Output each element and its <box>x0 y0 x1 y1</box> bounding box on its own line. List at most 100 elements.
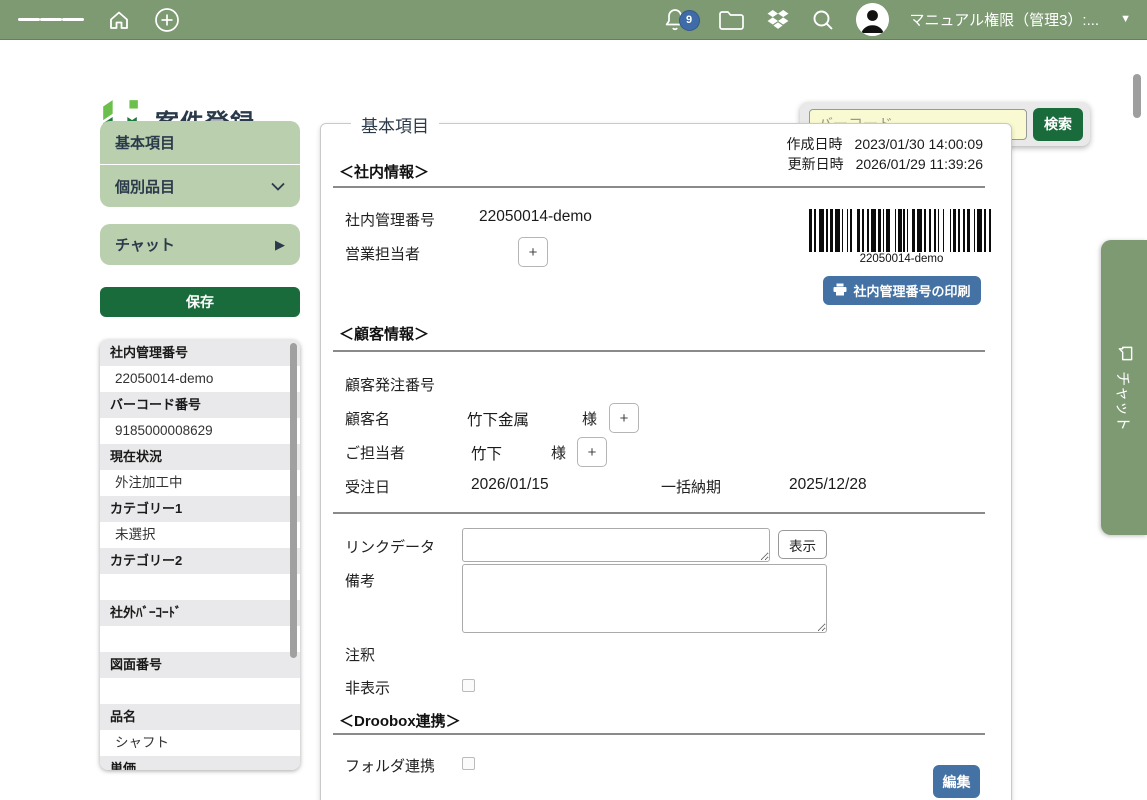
summary-row-label: 図面番号 <box>100 652 300 678</box>
basic-items-fieldset: 基本項目 作成日時 2023/01/30 14:00:09 更新日時 2026/… <box>320 123 1012 800</box>
chat-bubble-icon <box>1114 345 1135 362</box>
notification-count-badge: 9 <box>679 10 700 31</box>
avatar[interactable] <box>856 3 889 36</box>
summary-scrollbar[interactable] <box>290 343 297 658</box>
folder-link-checkbox[interactable] <box>462 757 475 770</box>
barcode-search-button[interactable]: 検索 <box>1033 108 1083 141</box>
annotation-label: 注釈 <box>345 644 375 665</box>
add-customer-button[interactable]: + <box>609 403 639 433</box>
divider <box>333 350 985 352</box>
customer-name-label: 顧客名 <box>345 408 390 429</box>
barcode-block: 22050014-demo <box>809 209 994 265</box>
topbar-right-group: 9 マニュアル権限（管理3）:... ▼ <box>663 3 1147 36</box>
topbar-left-group <box>0 7 180 33</box>
barcode-caption: 22050014-demo <box>809 253 994 265</box>
save-button[interactable]: 保存 <box>100 287 300 317</box>
summary-row-label: カテゴリー1 <box>100 496 300 522</box>
dropbox-icon[interactable] <box>766 9 790 31</box>
print-control-number-button[interactable]: 社内管理番号の印刷 <box>823 276 981 305</box>
edit-button[interactable]: 編集 <box>933 765 980 798</box>
add-new-icon[interactable] <box>154 7 180 33</box>
summary-row-value: 外注加工中 <box>100 470 300 496</box>
chat-side-tab-label: チャット <box>1114 371 1135 431</box>
summary-row-label: 社外ﾊﾞｰｺｰﾄﾞ <box>100 600 300 626</box>
show-button[interactable]: 表示 <box>778 530 827 559</box>
order-date-label: 受注日 <box>345 476 390 497</box>
topbar: 9 マニュアル権限（管理3）:... ▼ <box>0 0 1147 40</box>
created-at-value: 2023/01/30 14:00:09 <box>855 134 983 154</box>
internal-info-heading: ＜社内情報＞ <box>339 161 429 182</box>
fieldset-legend: 基本項目 <box>351 112 439 137</box>
app-root: 9 マニュアル権限（管理3）:... ▼ <box>0 0 1147 800</box>
memo-label: 備考 <box>345 570 375 591</box>
notifications-bell-icon[interactable]: 9 <box>663 7 687 33</box>
chat-side-tab[interactable]: チャット <box>1101 240 1147 535</box>
order-date-value: 2026/01/15 <box>471 476 549 494</box>
summary-row: 単価 <box>100 756 300 770</box>
sidebar-chat-toggle[interactable]: チャット ▶ <box>100 224 300 265</box>
updated-at-label: 更新日時 <box>788 154 844 174</box>
link-data-input[interactable] <box>462 528 770 562</box>
summary-list: 社内管理番号 22050014-demo バーコード番号 91850000086… <box>100 340 300 770</box>
search-icon[interactable] <box>811 8 835 32</box>
contact-person-value: 竹下 <box>471 442 502 464</box>
hidden-checkbox[interactable] <box>462 679 475 692</box>
batch-due-value: 2025/12/28 <box>789 476 867 494</box>
folder-icon[interactable] <box>718 9 745 31</box>
summary-row: カテゴリー1 未選択 <box>100 496 300 548</box>
summary-row-value <box>100 626 300 652</box>
summary-row: 社外ﾊﾞｰｺｰﾄﾞ <box>100 600 300 652</box>
created-at-label: 作成日時 <box>787 134 843 154</box>
summary-panel: 社内管理番号 22050014-demo バーコード番号 91850000086… <box>100 340 300 770</box>
chevron-down-icon <box>271 178 285 195</box>
summary-row-label: カテゴリー2 <box>100 548 300 574</box>
divider <box>333 733 985 735</box>
sidebar-item-individual[interactable]: 個別品目 <box>100 164 300 207</box>
barcode-image <box>809 209 994 252</box>
summary-row-value <box>100 678 300 704</box>
control-number-label: 社内管理番号 <box>345 209 435 230</box>
batch-due-label: 一括納期 <box>661 476 721 497</box>
sidebar-nav: 基本項目 個別品目 <box>100 121 300 207</box>
summary-row: 社内管理番号 22050014-demo <box>100 340 300 392</box>
sidebar: 基本項目 個別品目 チャット ▶ 保存 社内管理番号 22050014-demo… <box>100 121 300 770</box>
updated-at-value: 2026/01/29 11:39:26 <box>856 154 983 174</box>
droobox-heading: ＜Droobox連携＞ <box>339 710 461 731</box>
divider <box>333 186 985 188</box>
sidebar-item-basic[interactable]: 基本項目 <box>100 121 300 164</box>
home-icon[interactable] <box>107 8 131 32</box>
summary-row-value <box>100 574 300 600</box>
customer-po-label: 顧客発注番号 <box>345 374 435 395</box>
chevron-down-icon[interactable]: ▼ <box>1120 14 1131 25</box>
sidebar-item-basic-label: 基本項目 <box>115 132 175 153</box>
chevron-right-icon: ▶ <box>275 237 285 253</box>
memo-input[interactable] <box>462 564 827 633</box>
menu-icon[interactable] <box>18 15 84 24</box>
window-scrollbar[interactable] <box>1133 74 1141 118</box>
summary-row: バーコード番号 9185000008629 <box>100 392 300 444</box>
hidden-label: 非表示 <box>345 677 390 698</box>
folder-link-label: フォルダ連携 <box>345 755 435 776</box>
contact-person-label: ご担当者 <box>345 442 405 463</box>
summary-row-label: 単価 <box>100 756 300 770</box>
summary-row-label: 現在状況 <box>100 444 300 470</box>
customer-name-honorific: 様 <box>582 408 597 429</box>
sales-rep-label: 営業担当者 <box>345 243 420 264</box>
user-menu-label[interactable]: マニュアル権限（管理3）:... <box>910 9 1100 30</box>
summary-row-value: 9185000008629 <box>100 418 300 444</box>
summary-row: カテゴリー2 <box>100 548 300 600</box>
sidebar-chat-label: チャット <box>115 234 175 255</box>
customer-name-value: 竹下金属 <box>467 408 529 430</box>
add-contact-button[interactable]: + <box>577 437 607 467</box>
summary-row: 現在状況 外注加工中 <box>100 444 300 496</box>
summary-row: 図面番号 <box>100 652 300 704</box>
chat-side-tab-inner: チャット <box>1101 268 1147 508</box>
sidebar-item-individual-label: 個別品目 <box>115 176 175 197</box>
summary-row-value: シャフト <box>100 730 300 756</box>
summary-row-label: バーコード番号 <box>100 392 300 418</box>
page-header: 案件登録 検索 <box>0 40 1147 110</box>
add-sales-rep-button[interactable]: + <box>518 237 548 267</box>
summary-row-value: 未選択 <box>100 522 300 548</box>
printer-icon <box>833 283 847 299</box>
customer-info-heading: ＜顧客情報＞ <box>339 323 429 344</box>
